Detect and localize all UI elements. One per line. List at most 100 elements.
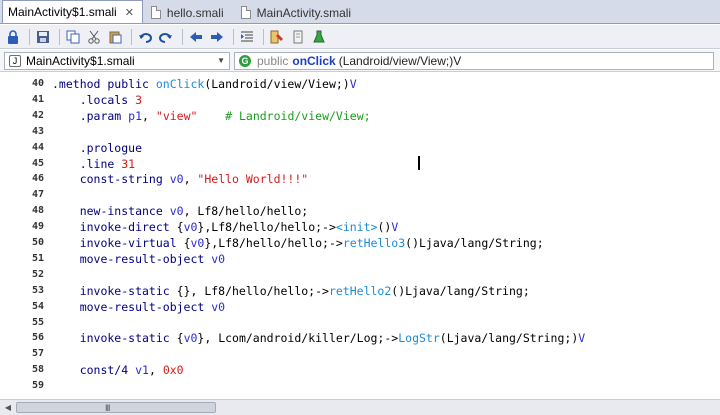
code-token: new-instance <box>52 204 170 219</box>
code-token: 3 <box>135 92 143 107</box>
code-line[interactable]: 46 const-string v0, "Hello World!!!" <box>0 171 720 187</box>
code-text: .prologue <box>52 140 142 156</box>
tab-mainactivity[interactable]: MainActivity.smali <box>235 1 360 23</box>
toolbar-separator <box>29 28 30 45</box>
class-selector-value: MainActivity$1.smali <box>26 53 135 68</box>
code-editor[interactable]: 40 .method public onClick(Landroid/view/V… <box>0 72 720 399</box>
tab-label: MainActivity.smali <box>256 5 352 20</box>
method-signature: (Landroid/view/View;)V <box>338 53 462 68</box>
tab-label: hello.smali <box>166 5 224 20</box>
scroll-left-arrow-icon[interactable]: ◀ <box>2 402 14 414</box>
tab-label: MainActivity$1.smali <box>8 5 117 19</box>
code-line[interactable]: 57 <box>0 346 720 362</box>
line-number: 40 <box>31 78 44 89</box>
line-number: 51 <box>31 252 44 264</box>
code-text: invoke-static {v0}, Lcom/android/killer/… <box>52 330 586 346</box>
copy-icon[interactable] <box>64 28 82 46</box>
code-token: v0 <box>190 236 205 250</box>
code-token: invoke-direct <box>52 220 177 235</box>
indent-icon[interactable] <box>238 28 256 46</box>
code-line[interactable]: 55 <box>0 315 720 331</box>
code-line[interactable]: 50 invoke-virtual {v0},Lf8/hello/hello;-… <box>0 235 720 251</box>
code-token: const/4 <box>52 363 136 378</box>
code-token: V <box>578 331 586 346</box>
paste-icon[interactable] <box>106 28 124 46</box>
line-number: 43 <box>31 125 44 137</box>
code-line[interactable]: 48 new-instance v0, Lf8/hello/hello; <box>0 203 720 219</box>
code-token: , <box>142 108 156 123</box>
code-line[interactable]: 58 const/4 v1, 0x0 <box>0 362 720 378</box>
code-token: v1 <box>135 363 149 378</box>
code-token: v0 <box>169 172 184 187</box>
line-number: 47 <box>31 189 44 201</box>
code-line[interactable]: 59 <box>0 378 720 394</box>
line-number: 49 <box>31 221 44 233</box>
code-token: <init> <box>335 220 378 235</box>
code-line[interactable]: 41 .locals 3 <box>0 92 720 108</box>
code-token: .method public <box>52 77 156 91</box>
lock-icon[interactable] <box>4 28 22 46</box>
run-icon[interactable] <box>310 28 328 46</box>
code-line[interactable]: 56 invoke-static {v0}, Lcom/android/kill… <box>0 330 720 346</box>
horizontal-scrollbar[interactable]: ◀ III <box>0 399 720 415</box>
code-token: invoke-static <box>52 283 177 298</box>
line-number: 52 <box>31 268 44 280</box>
line-number: 57 <box>31 348 44 360</box>
cut-icon[interactable] <box>85 28 103 46</box>
code-token: v0 <box>211 299 226 314</box>
class-selector[interactable]: J MainActivity$1.smali ▼ <box>4 51 230 70</box>
code-text: invoke-static {}, Lf8/hello/hello;->retH… <box>52 283 530 299</box>
code-token: {}, Lf8/hello/hello;-> <box>176 283 329 298</box>
tab-hello[interactable]: hello.smali <box>145 1 233 23</box>
line-number: 42 <box>31 109 44 121</box>
tab-mainactivity-1[interactable]: MainActivity$1.smali ✕ <box>2 0 143 23</box>
code-token: 0x0 <box>162 363 184 378</box>
save-icon[interactable] <box>34 28 52 46</box>
code-text: const/4 v1, 0x0 <box>52 362 184 378</box>
line-number: 46 <box>31 173 44 185</box>
code-token: # Landroid/view/View; <box>225 108 371 123</box>
code-line[interactable]: 52 <box>0 267 720 283</box>
code-token: , <box>148 363 163 378</box>
undo-icon[interactable] <box>136 28 154 46</box>
format-icon[interactable] <box>268 28 286 46</box>
scrollbar-thumb[interactable]: III <box>16 402 216 413</box>
redo-icon[interactable] <box>157 28 175 46</box>
line-number: 45 <box>31 157 44 169</box>
code-line[interactable]: 53 invoke-static {}, Lf8/hello/hello;->r… <box>0 283 720 299</box>
code-text: new-instance v0, Lf8/hello/hello; <box>52 203 309 219</box>
code-text: move-result-object v0 <box>52 251 225 267</box>
code-line[interactable]: 40 .method public onClick(Landroid/view/V… <box>0 76 720 92</box>
code-token: v0 <box>183 220 198 235</box>
back-icon[interactable] <box>187 28 205 46</box>
code-line[interactable]: 42 .param p1, "view" # Landroid/view/Vie… <box>0 108 720 124</box>
code-token: invoke-static <box>52 331 177 346</box>
editor-toolbar <box>0 25 720 49</box>
code-token: ()Ljava/lang/String; <box>391 283 530 298</box>
code-token: , <box>183 172 198 187</box>
forward-icon[interactable] <box>208 28 226 46</box>
code-line[interactable]: 51 move-result-object v0 <box>0 251 720 267</box>
line-number: 41 <box>31 93 44 105</box>
chevron-down-icon[interactable]: ▼ <box>217 56 225 65</box>
code-token: onClick <box>155 77 205 91</box>
code-token: .param <box>52 108 129 123</box>
line-number: 55 <box>31 316 44 328</box>
bookmark-icon[interactable] <box>289 28 307 46</box>
text-cursor <box>418 156 420 170</box>
code-line[interactable]: 45 .line 31 <box>0 156 720 172</box>
code-token: v0 <box>169 204 184 219</box>
scrollbar-grip: III <box>105 403 110 413</box>
code-token: { <box>176 220 184 235</box>
code-line[interactable]: 47 <box>0 187 720 203</box>
method-selector[interactable]: G public onClick (Landroid/view/View;)V <box>234 51 714 70</box>
code-line[interactable]: 49 invoke-direct {v0},Lf8/hello/hello;->… <box>0 219 720 235</box>
code-line[interactable]: 43 <box>0 124 720 140</box>
close-icon[interactable]: ✕ <box>125 6 134 19</box>
class-file-icon: J <box>9 54 21 67</box>
navigation-bar: J MainActivity$1.smali ▼ G public onClic… <box>0 50 720 72</box>
line-number: 56 <box>31 332 44 344</box>
code-line[interactable]: 44 .prologue <box>0 140 720 156</box>
code-line[interactable]: 54 move-result-object v0 <box>0 299 720 315</box>
